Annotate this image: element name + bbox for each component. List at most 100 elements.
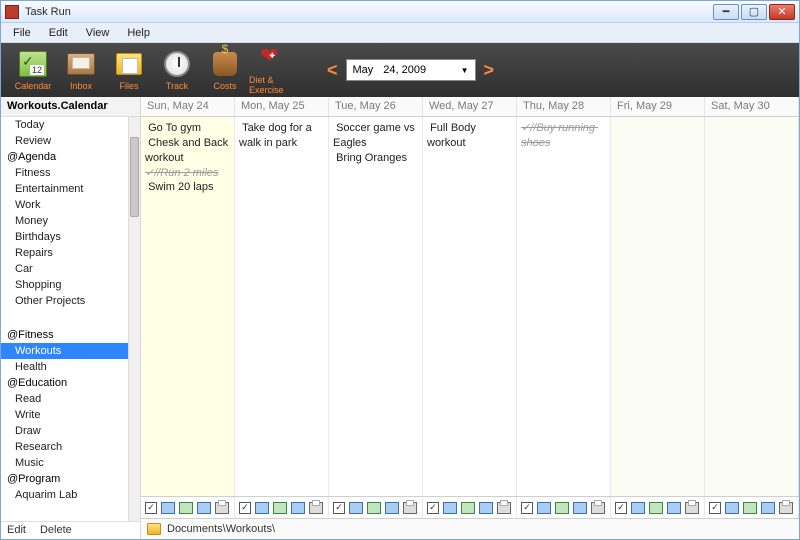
sidebar-item[interactable]: Draw [1, 423, 128, 439]
date-picker[interactable]: May 24, 2009 ▼ [346, 59, 476, 81]
sidebar-item[interactable]: Music [1, 455, 128, 471]
day-view3-button[interactable] [761, 502, 775, 514]
day-column[interactable] [705, 117, 799, 496]
day-view2-button[interactable] [743, 502, 757, 514]
day-view3-button[interactable] [197, 502, 211, 514]
menu-file[interactable]: File [5, 25, 39, 41]
day-view3-button[interactable] [667, 502, 681, 514]
day-view3-button[interactable] [291, 502, 305, 514]
day-view1-button[interactable] [725, 502, 739, 514]
day-entry[interactable]: Full Body workout [427, 121, 512, 151]
sidebar-item[interactable]: Write [1, 407, 128, 423]
day-view2-button[interactable] [367, 502, 381, 514]
day-check-button[interactable]: ✓ [615, 502, 627, 514]
day-print-button[interactable] [403, 502, 417, 514]
sidebar-group[interactable]: @Program [1, 471, 128, 487]
day-print-button[interactable] [309, 502, 323, 514]
day-header[interactable]: Thu, May 28 [517, 97, 611, 116]
day-print-button[interactable] [779, 502, 793, 514]
day-view2-button[interactable] [461, 502, 475, 514]
day-view2-button[interactable] [555, 502, 569, 514]
day-entry[interactable]: Take dog for a walk in park [239, 121, 324, 151]
day-view1-button[interactable] [537, 502, 551, 514]
maximize-button[interactable]: ▢ [741, 4, 767, 20]
day-check-button[interactable]: ✓ [521, 502, 533, 514]
inbox-tool[interactable]: Inbox [57, 45, 105, 95]
day-view2-button[interactable] [179, 502, 193, 514]
sidebar-item[interactable]: Research [1, 439, 128, 455]
menu-view[interactable]: View [78, 25, 118, 41]
day-header[interactable]: Sun, May 24 [141, 97, 235, 116]
sidebar-edit-button[interactable]: Edit [7, 524, 26, 537]
day-header[interactable]: Tue, May 26 [329, 97, 423, 116]
sidebar-item[interactable]: Entertainment [1, 181, 128, 197]
day-print-button[interactable] [497, 502, 511, 514]
diet-tool[interactable]: Diet & Exercise [249, 45, 297, 95]
day-entry[interactable]: Bring Oranges [333, 151, 418, 166]
day-entry[interactable]: Go To gym [145, 121, 230, 136]
day-column[interactable]: Soccer game vs Eagles Bring Oranges [329, 117, 423, 496]
day-view3-button[interactable] [573, 502, 587, 514]
sidebar-item[interactable]: Money [1, 213, 128, 229]
day-entry[interactable]: Soccer game vs Eagles [333, 121, 418, 151]
sidebar-item[interactable]: Today [1, 117, 128, 133]
day-view1-button[interactable] [443, 502, 457, 514]
day-view3-button[interactable] [385, 502, 399, 514]
prev-week-button[interactable]: < [327, 60, 338, 81]
day-entry[interactable]: ✓//Run 2 miles [145, 166, 230, 181]
sidebar-item[interactable]: Health [1, 359, 128, 375]
sidebar-item[interactable]: Car [1, 261, 128, 277]
day-view1-button[interactable] [161, 502, 175, 514]
day-header[interactable]: Fri, May 29 [611, 97, 705, 116]
day-check-button[interactable]: ✓ [709, 502, 721, 514]
sidebar-item[interactable]: Shopping [1, 277, 128, 293]
sidebar-item[interactable]: Read [1, 391, 128, 407]
day-check-button[interactable]: ✓ [145, 502, 157, 514]
sidebar-group[interactable]: @Education [1, 375, 128, 391]
day-print-button[interactable] [685, 502, 699, 514]
minimize-button[interactable]: ━ [713, 4, 739, 20]
day-column[interactable]: Take dog for a walk in park [235, 117, 329, 496]
day-header[interactable]: Wed, May 27 [423, 97, 517, 116]
sidebar-item[interactable]: Aquarim Lab [1, 487, 128, 503]
sidebar-scrollbar[interactable] [128, 117, 140, 521]
sidebar-group[interactable]: @Fitness [1, 327, 128, 343]
sidebar-item[interactable]: Other Projects [1, 293, 128, 309]
day-header[interactable]: Sat, May 30 [705, 97, 799, 116]
sidebar-item[interactable]: Birthdays [1, 229, 128, 245]
sidebar-item[interactable]: Fitness [1, 165, 128, 181]
day-entry[interactable]: ✓//Buy running shoes [521, 121, 606, 151]
day-column[interactable] [611, 117, 705, 496]
menu-help[interactable]: Help [119, 25, 158, 41]
day-entry[interactable]: Swim 20 laps [145, 180, 230, 195]
day-view2-button[interactable] [649, 502, 663, 514]
sidebar-item[interactable]: Review [1, 133, 128, 149]
costs-tool[interactable]: Costs [201, 45, 249, 95]
day-view1-button[interactable] [255, 502, 269, 514]
day-view1-button[interactable] [349, 502, 363, 514]
day-column[interactable]: Go To gym Chesk and Back workout✓//Run 2… [141, 117, 235, 496]
day-print-button[interactable] [215, 502, 229, 514]
files-tool[interactable]: Files [105, 45, 153, 95]
sidebar-item[interactable]: Workouts [1, 343, 128, 359]
calendar-tool[interactable]: Calendar [9, 45, 57, 95]
day-view2-button[interactable] [273, 502, 287, 514]
menu-edit[interactable]: Edit [41, 25, 76, 41]
day-print-button[interactable] [591, 502, 605, 514]
day-column[interactable]: ✓//Buy running shoes [517, 117, 611, 496]
day-entry[interactable]: Chesk and Back workout [145, 136, 230, 166]
sidebar-item[interactable]: Work [1, 197, 128, 213]
day-header[interactable]: Mon, May 25 [235, 97, 329, 116]
track-tool[interactable]: Track [153, 45, 201, 95]
day-check-button[interactable]: ✓ [239, 502, 251, 514]
scrollbar-thumb[interactable] [130, 137, 139, 217]
close-button[interactable]: ✕ [769, 4, 795, 20]
sidebar-delete-button[interactable]: Delete [40, 524, 72, 537]
day-view3-button[interactable] [479, 502, 493, 514]
next-week-button[interactable]: > [484, 60, 495, 81]
day-check-button[interactable]: ✓ [427, 502, 439, 514]
sidebar-item[interactable]: Repairs [1, 245, 128, 261]
sidebar-group[interactable]: @Agenda [1, 149, 128, 165]
day-view1-button[interactable] [631, 502, 645, 514]
day-check-button[interactable]: ✓ [333, 502, 345, 514]
